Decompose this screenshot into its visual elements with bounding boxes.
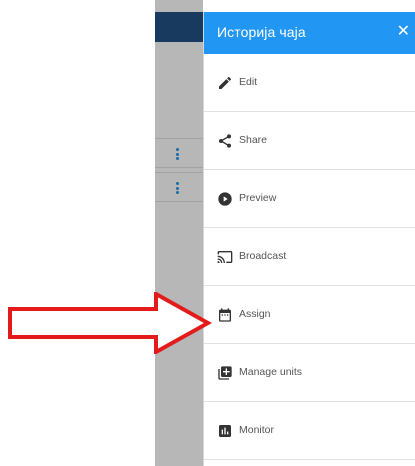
annotation-arrow-icon xyxy=(8,292,212,354)
background-list-row xyxy=(155,138,203,168)
pencil-icon xyxy=(219,77,231,89)
close-icon[interactable]: ✕ xyxy=(397,24,410,40)
drawer-header: Историја чаја ✕ xyxy=(204,12,415,54)
background-app-panel xyxy=(155,0,203,466)
menu-item-label: Manage units xyxy=(239,366,303,378)
background-app-header xyxy=(155,12,203,42)
share-icon xyxy=(219,134,231,148)
play-circle-icon xyxy=(218,192,232,206)
menu-item-assign[interactable]: Assign xyxy=(204,286,415,344)
menu-item-monitor[interactable]: Monitor xyxy=(204,402,415,460)
menu-item-label: Share xyxy=(239,134,268,146)
menu-item-label: Preview xyxy=(239,192,277,204)
menu-item-label: Assign xyxy=(239,308,271,320)
background-list-row xyxy=(155,172,203,202)
bar-chart-icon xyxy=(219,425,231,437)
kebab-menu-icon[interactable] xyxy=(176,182,179,194)
actions-drawer: Историја чаја ✕ Edit Share Preview Broad… xyxy=(203,12,415,466)
menu-item-edit[interactable]: Edit xyxy=(204,54,415,112)
kebab-menu-icon[interactable] xyxy=(176,148,179,160)
cast-icon xyxy=(217,251,233,263)
menu-item-label: Broadcast xyxy=(239,250,287,262)
menu-item-preview[interactable]: Preview xyxy=(204,170,415,228)
calendar-icon xyxy=(219,308,231,322)
menu-item-broadcast[interactable]: Broadcast xyxy=(204,228,415,286)
menu-item-label: Edit xyxy=(239,76,258,88)
menu-item-label: Monitor xyxy=(239,424,275,436)
drawer-title: Историја чаја xyxy=(217,24,306,40)
menu-item-manage-units[interactable]: Manage units xyxy=(204,344,415,402)
menu-item-share[interactable]: Share xyxy=(204,112,415,170)
add-to-library-icon xyxy=(218,366,232,380)
